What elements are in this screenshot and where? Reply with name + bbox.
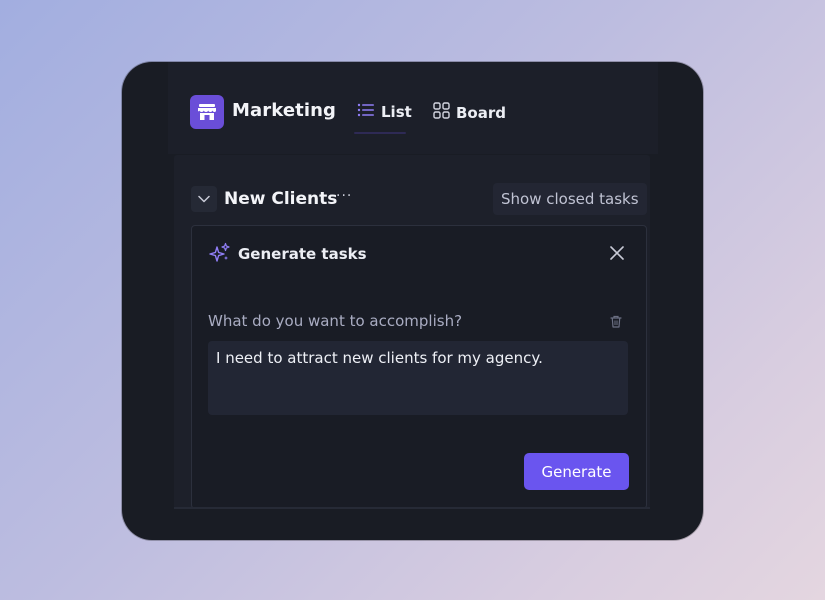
divider	[174, 507, 650, 509]
chevron-down-icon	[198, 195, 210, 203]
prompt-label: What do you want to accomplish?	[208, 312, 463, 330]
card-title: Generate tasks	[238, 245, 367, 263]
show-closed-tasks-button[interactable]: Show closed tasks	[493, 183, 647, 215]
close-card-button[interactable]	[608, 244, 626, 262]
sparkles-icon	[209, 242, 231, 268]
list-icon	[357, 102, 375, 122]
tab-board[interactable]: Board	[433, 102, 506, 123]
group-title: New Clients	[224, 189, 338, 209]
generate-button[interactable]: Generate	[524, 453, 629, 490]
close-icon	[610, 246, 624, 260]
project-title: Marketing	[232, 100, 337, 121]
tab-board-label: Board	[456, 103, 506, 122]
store-icon	[190, 95, 224, 129]
tab-list[interactable]: List	[357, 102, 412, 122]
prompt-input[interactable]: I need to attract new clients for my age…	[208, 341, 628, 415]
grid-icon	[433, 102, 450, 123]
tab-list-label: List	[381, 103, 412, 121]
active-tab-indicator	[354, 132, 406, 134]
more-options-button[interactable]: ···	[336, 188, 352, 204]
trash-icon[interactable]	[610, 313, 622, 332]
collapse-group-button[interactable]	[191, 186, 217, 212]
app-window: Marketing List Board New Clients ··· Sho…	[122, 62, 703, 540]
